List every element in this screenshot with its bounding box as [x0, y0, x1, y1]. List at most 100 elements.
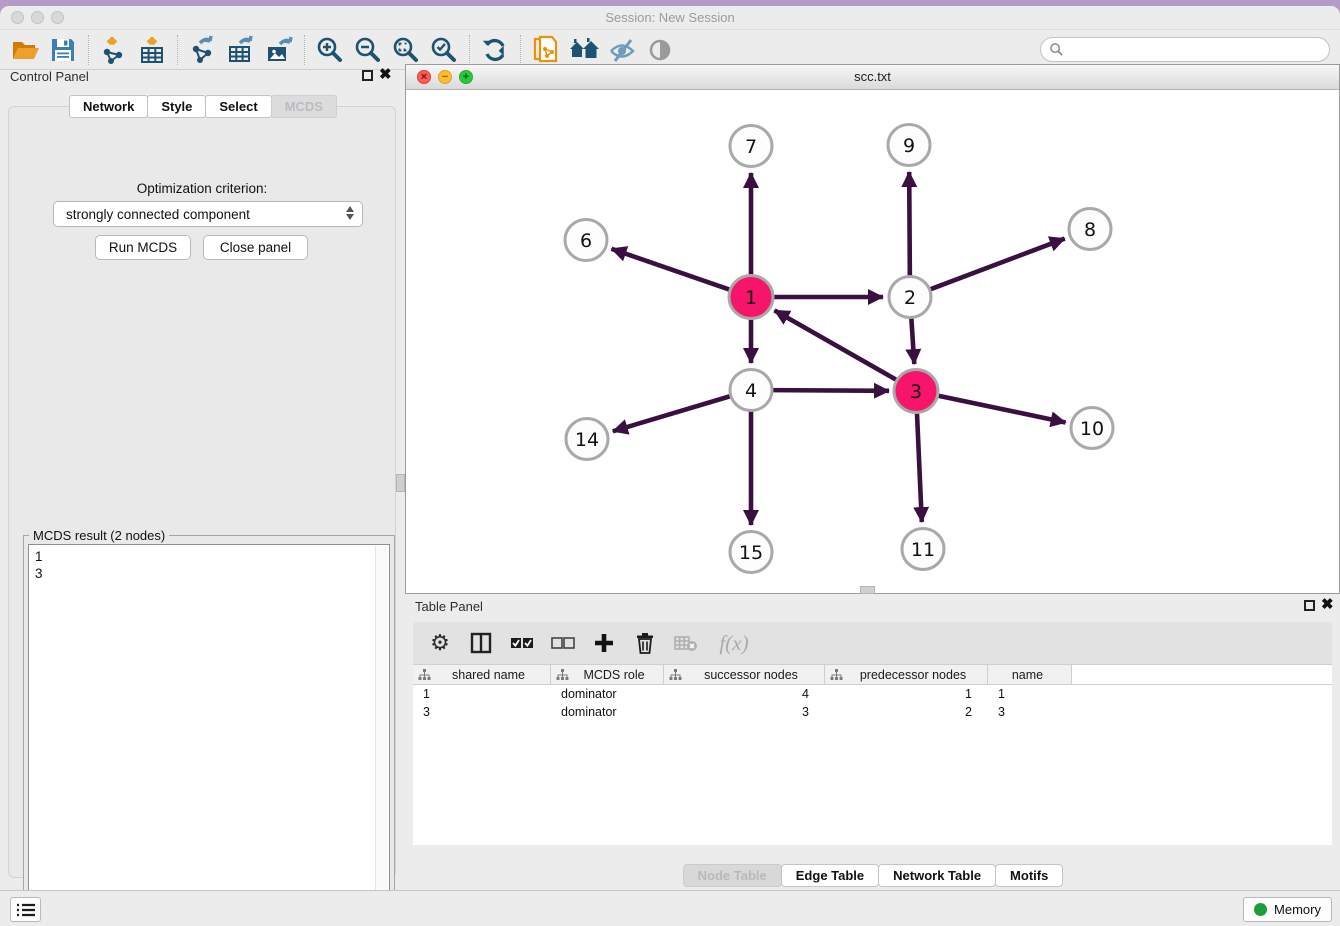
zoom-fit-icon[interactable] — [387, 33, 425, 67]
task-history-button[interactable] — [10, 897, 41, 922]
tab-node-table[interactable]: Node Table — [683, 864, 782, 887]
save-session-icon[interactable] — [44, 33, 82, 67]
cell-MCDS-role[interactable]: dominator — [551, 687, 664, 703]
tab-mcds[interactable]: MCDS — [271, 95, 337, 118]
cell-successor-nodes[interactable]: 3 — [664, 705, 825, 721]
graph-edge-2-8[interactable] — [930, 239, 1065, 290]
import-table-icon[interactable] — [133, 33, 171, 67]
sort-icon[interactable] — [556, 669, 569, 681]
column-header-filler — [1072, 665, 1332, 684]
float-table-panel-icon[interactable] — [1304, 600, 1315, 611]
table-row[interactable]: 1dominator411 — [413, 687, 1332, 703]
cell-shared-name[interactable]: 3 — [413, 705, 551, 721]
sort-icon[interactable] — [669, 669, 682, 681]
table-settings-icon[interactable]: ⚙ — [427, 630, 453, 656]
toolbar-separator — [520, 35, 521, 65]
cell-name[interactable]: 3 — [988, 705, 1072, 721]
zoom-selected-icon[interactable] — [425, 33, 463, 67]
optimization-criterion-select[interactable]: strongly connected component — [53, 201, 363, 227]
tab-network-table[interactable]: Network Table — [878, 864, 996, 887]
graph-node-2[interactable]: 2 — [889, 277, 931, 318]
import-network-icon[interactable] — [95, 33, 133, 67]
graph-node-label: 9 — [903, 135, 915, 157]
search-input[interactable] — [1040, 37, 1330, 62]
mcds-result-textarea[interactable]: 13 — [28, 544, 390, 913]
cell-name[interactable]: 1 — [988, 687, 1072, 703]
eye-icon[interactable] — [641, 33, 679, 67]
graph-edge-3-10[interactable] — [937, 395, 1066, 422]
close-table-panel-icon[interactable]: ✖ — [1321, 597, 1334, 613]
graph-node-10[interactable]: 10 — [1071, 408, 1113, 449]
graph-node-3[interactable]: 3 — [894, 370, 938, 413]
tab-edge-table[interactable]: Edge Table — [781, 864, 879, 887]
refresh-layout-icon[interactable] — [476, 33, 514, 67]
cell-predecessor-nodes[interactable]: 1 — [825, 687, 988, 703]
control-panel-title: Control Panel — [10, 69, 89, 84]
result-scrollbar[interactable] — [375, 546, 388, 911]
export-network-icon[interactable] — [184, 33, 222, 67]
cell-MCDS-role[interactable]: dominator — [551, 705, 664, 721]
graph-node-8[interactable]: 8 — [1069, 209, 1111, 250]
tab-motifs[interactable]: Motifs — [995, 864, 1063, 887]
open-session-icon[interactable] — [6, 33, 44, 67]
zoom-out-icon[interactable] — [349, 33, 387, 67]
delete-table-icon[interactable] — [673, 630, 699, 656]
home-view-icon[interactable] — [565, 33, 603, 67]
tab-network[interactable]: Network — [69, 95, 148, 118]
float-panel-icon[interactable] — [362, 70, 373, 81]
graph-edge-3-1[interactable] — [774, 310, 897, 380]
table-row[interactable]: 3dominator323 — [413, 705, 1332, 721]
zoom-in-icon[interactable] — [311, 33, 349, 67]
sort-icon[interactable] — [830, 669, 843, 681]
duplicate-network-icon[interactable] — [527, 33, 565, 67]
run-mcds-button[interactable]: Run MCDS — [95, 235, 191, 260]
horizontal-splitter-handle[interactable] — [860, 586, 875, 594]
show-columns-icon[interactable] — [468, 630, 494, 656]
graph-node-15[interactable]: 15 — [730, 532, 772, 573]
select-all-rows-icon[interactable] — [509, 630, 535, 656]
result-line: 1 — [35, 548, 383, 565]
export-image-icon[interactable] — [260, 33, 298, 67]
memory-button[interactable]: Memory — [1243, 897, 1332, 922]
mcds-panel: Optimization criterion: strongly connect… — [8, 106, 396, 878]
graph-edge-3-11[interactable] — [917, 412, 922, 522]
deselect-all-rows-icon[interactable] — [550, 630, 576, 656]
delete-rows-icon[interactable] — [632, 630, 658, 656]
graph-node-11[interactable]: 11 — [902, 529, 944, 570]
close-panel-icon[interactable]: ✖ — [379, 67, 392, 83]
add-row-icon[interactable] — [591, 630, 617, 656]
column-header-successor-nodes[interactable]: successor nodes — [664, 665, 825, 684]
graph-node-9[interactable]: 9 — [888, 125, 930, 166]
close-panel-button[interactable]: Close panel — [203, 235, 308, 260]
graph-node-1[interactable]: 1 — [729, 276, 773, 319]
vertical-splitter-handle[interactable] — [396, 474, 405, 492]
export-table-icon[interactable] — [222, 33, 260, 67]
function-builder-icon[interactable]: f(x) — [714, 630, 754, 656]
column-header-name[interactable]: name — [988, 665, 1072, 684]
tab-select[interactable]: Select — [205, 95, 271, 118]
graph-node-4[interactable]: 4 — [730, 370, 772, 411]
fx-label: f(x) — [719, 631, 748, 656]
graph-edge-2-9[interactable] — [909, 172, 910, 276]
sort-icon[interactable] — [418, 669, 431, 681]
table-tabs: Node TableEdge TableNetwork TableMotifs — [405, 864, 1340, 887]
hide-eye-icon[interactable] — [603, 33, 641, 67]
network-canvas[interactable]: 1 2 3 4 6 7 8 9 10 11 14 15 — [406, 90, 1339, 593]
tab-style[interactable]: Style — [147, 95, 206, 118]
graph-node-7[interactable]: 7 — [730, 126, 772, 167]
graph-edge-4-14[interactable] — [613, 396, 731, 431]
graph-edge-4-3[interactable] — [772, 390, 889, 391]
graph-node-label: 11 — [911, 539, 935, 561]
graph-node-14[interactable]: 14 — [566, 419, 608, 460]
cell-successor-nodes[interactable]: 4 — [664, 687, 825, 703]
column-header-predecessor-nodes[interactable]: predecessor nodes — [825, 665, 988, 684]
column-header-shared-name[interactable]: shared name — [413, 665, 551, 684]
cell-predecessor-nodes[interactable]: 2 — [825, 705, 988, 721]
network-window-titlebar[interactable]: × − + scc.txt — [406, 65, 1339, 90]
graph-node-label: 3 — [910, 381, 922, 403]
graph-edge-2-3[interactable] — [911, 318, 914, 364]
column-header-MCDS-role[interactable]: MCDS role — [551, 665, 664, 684]
cell-shared-name[interactable]: 1 — [413, 687, 551, 703]
graph-node-6[interactable]: 6 — [565, 220, 607, 261]
graph-edge-1-6[interactable] — [612, 249, 732, 290]
